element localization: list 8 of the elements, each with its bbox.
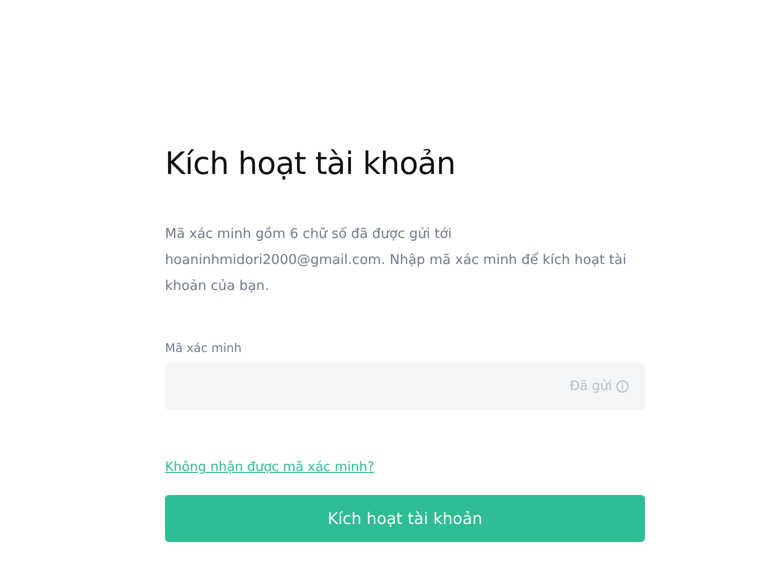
sent-status: Đã gửi	[570, 378, 612, 396]
field-label: Mã xác minh	[165, 340, 242, 358]
verification-code-field[interactable]: Đã gửi	[165, 363, 645, 410]
activate-account-button[interactable]: Kích hoạt tài khoản	[165, 495, 645, 542]
info-icon[interactable]	[616, 380, 629, 394]
page-title: Kích hoạt tài khoản	[165, 146, 456, 184]
description-text: Mã xác minh gồm 6 chữ số đã được gửi tới hoaninhmidori2000@gmail.com. Nhập mã xác minh để kích hoạt tài khoản của bạn.	[165, 225, 628, 296]
resend-code-link[interactable]: Không nhận được mã xác minh?	[165, 460, 374, 476]
